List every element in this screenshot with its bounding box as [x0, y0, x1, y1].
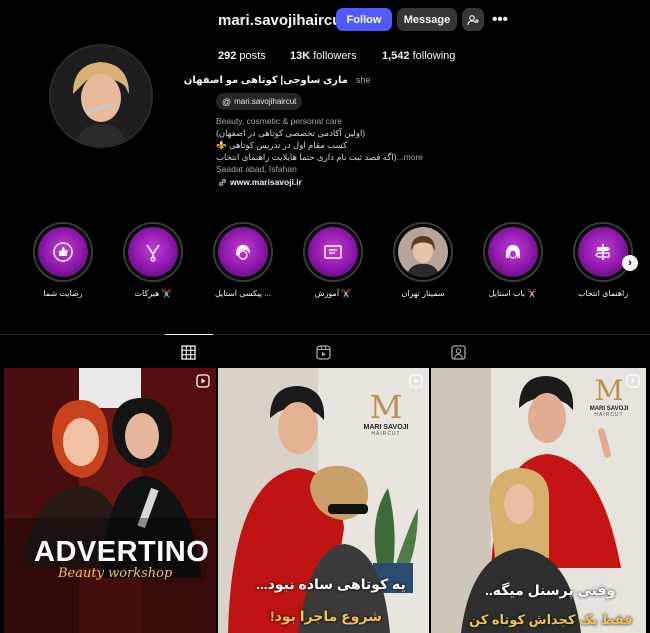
following-stat[interactable]: 1,542 following [382, 50, 455, 62]
posts-label: posts [239, 50, 266, 62]
more-options-button[interactable]: ••• [490, 8, 510, 31]
highlight-label: باب استایل ✂️ [488, 289, 538, 298]
active-tab-indicator [165, 334, 213, 335]
post-subtitle: Beauty workshop [58, 566, 173, 581]
threads-icon: @ [222, 96, 232, 107]
thumbs-up-icon [53, 242, 73, 262]
tabs-divider [0, 334, 650, 335]
post-tile-advertino[interactable]: ADVERTINO Beauty workshop [4, 368, 216, 633]
highlight-label: هیرکات ✂️ [134, 289, 172, 298]
post-caption-2: فقط یک کجداش کوتاه کن [469, 612, 633, 627]
bio-line-3: (اگه قصد ثبت نام داری حتما هایلایت راهنم… [216, 152, 397, 162]
following-count: 1,542 [382, 50, 410, 62]
posts-stat: 292 posts [218, 50, 266, 62]
brand-sub: HAIRCUT [594, 412, 624, 418]
tab-reels[interactable] [316, 345, 332, 361]
brand-monogram: M [369, 388, 403, 426]
scissors-icon [146, 244, 160, 262]
tab-tagged[interactable] [451, 345, 467, 361]
highlights-next-button[interactable]: › [622, 255, 638, 271]
highlight-label: آموزش ✂️ [314, 289, 352, 298]
chevron-right-icon: › [628, 257, 632, 269]
reels-icon [316, 345, 331, 360]
brand-logo: M MARI SAVOJI HAIRCUT [358, 390, 414, 437]
bio-line-3-row: (اگه قصد ثبت نام داری حتما هایلایت راهنم… [216, 152, 423, 163]
highlight-pixie[interactable]: پیکسی استایل ... [213, 222, 273, 298]
brand-sub: HAIRCUT [371, 431, 401, 437]
tagged-icon [451, 345, 466, 360]
posts-count: 292 [218, 50, 237, 62]
add-user-icon [467, 14, 479, 25]
profile-full-name: ماری ساوجی| کوتاهی مو اصفهان [183, 75, 348, 86]
education-icon [324, 245, 342, 259]
profile-avatar[interactable] [49, 44, 153, 148]
grid-icon [181, 345, 196, 360]
highlight-seminar[interactable]: سمینار تهران [393, 222, 453, 298]
reel-icon [196, 374, 210, 388]
post-caption-2: شروع ماجرا بود! [270, 608, 382, 624]
bio-location: Saadat abad, Isfahan [216, 164, 297, 174]
threads-badge[interactable]: @ mari.savojihaircut [216, 93, 303, 110]
highlight-label: رضایت شما [43, 289, 83, 298]
more-dots-icon: ••• [492, 11, 508, 28]
followers-label: followers [313, 50, 357, 62]
post-title: ADVERTINO [34, 536, 210, 568]
brand-name: MARI SAVOJI [363, 424, 409, 431]
highlight-label: سمینار تهران [401, 289, 445, 298]
photo-avatar [398, 227, 448, 277]
profile-username: mari.savojihaircut [218, 12, 347, 29]
post-caption-1: وقتی پرسنل میگه.. [485, 582, 616, 598]
profile-pronoun: she [356, 75, 371, 85]
post-thumbnail [4, 368, 216, 633]
bio-line-2: کسب مقام اول در تدریس کوتاهی ⚜️ [216, 140, 348, 150]
website-url: www.marisavoji.ir [230, 177, 302, 187]
highlight-label: پیکسی استایل ... [214, 289, 272, 298]
bio-line-1: (اولین آکادمی تخصصی کوتاهی در اصفهان) [216, 128, 366, 138]
highlight-satisfaction[interactable]: رضایت شما [33, 222, 93, 298]
bio-category: Beauty, cosmetic & personal care [216, 116, 342, 126]
post-tile-haircut-story[interactable]: M MARI SAVOJI HAIRCUT یه کوتاهی ساده نبو… [218, 368, 429, 633]
website-link[interactable]: www.marisavoji.ir [218, 177, 302, 187]
following-label: following [412, 50, 456, 62]
followers-stat[interactable]: 13K followers [290, 50, 357, 62]
message-button[interactable]: Message [397, 8, 457, 31]
bio-more-link[interactable]: ...more [397, 152, 423, 162]
followers-count: 13K [290, 50, 311, 62]
post-caption-1: یه کوتاهی ساده نبود... [256, 576, 406, 592]
tab-posts[interactable] [181, 345, 197, 361]
signpost-icon [595, 244, 610, 260]
reel-icon [409, 374, 423, 388]
link-icon [219, 178, 226, 186]
add-user-button[interactable] [462, 8, 484, 31]
threads-handle: mari.savojihaircut [234, 97, 297, 106]
highlight-label: راهنمای انتخاب [577, 289, 629, 298]
highlight-haircut[interactable]: هیرکات ✂️ [123, 222, 183, 298]
follow-button[interactable]: Follow [336, 8, 392, 31]
reel-icon [626, 374, 640, 388]
bob-hair-icon [505, 245, 521, 259]
highlight-bob[interactable]: باب استایل ✂️ [483, 222, 543, 298]
avatar-photo [51, 46, 151, 146]
highlight-education[interactable]: آموزش ✂️ [303, 222, 363, 298]
pixie-hair-icon [236, 245, 250, 260]
post-tile-staff-says[interactable]: M MARI SAVOJI HAIRCUT وقتی پرسنل میگه.. … [431, 368, 646, 633]
